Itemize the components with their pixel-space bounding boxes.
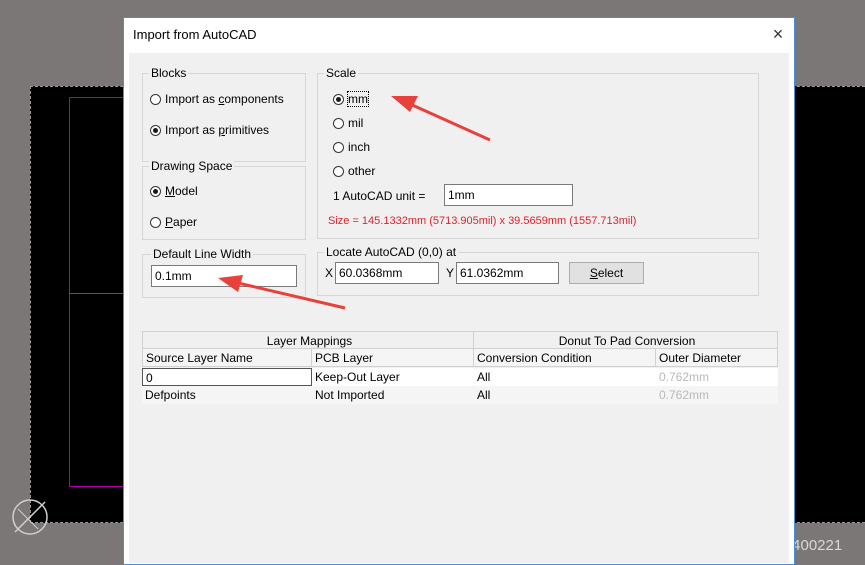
- arrow-to-line-width-icon: [218, 275, 346, 310]
- arrow-to-mm-icon: [391, 96, 491, 142]
- annotation-arrows: [218, 96, 491, 310]
